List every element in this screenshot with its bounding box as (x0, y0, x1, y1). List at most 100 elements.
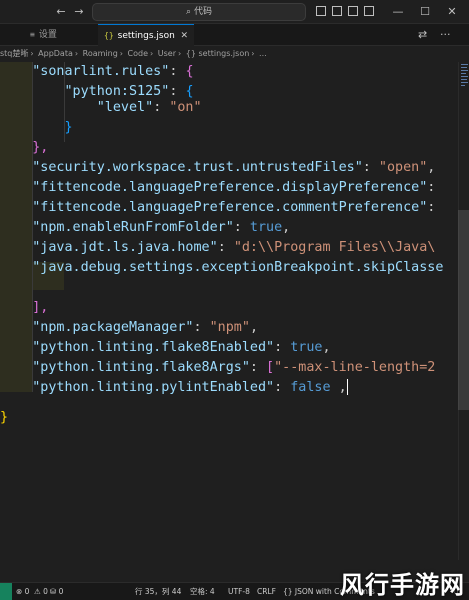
code-line: "npm.packageManager": "npm", (0, 318, 258, 338)
code-token: true (290, 340, 323, 355)
code-token: }, (32, 140, 49, 155)
encoding[interactable]: UTF-8 (228, 583, 250, 600)
code-line: "python.linting.flake8Args": ["--max-lin… (0, 358, 435, 378)
ports-count[interactable]: ⛁ 0 (50, 583, 63, 600)
more-actions-icon[interactable]: ··· (440, 28, 451, 41)
code-editor[interactable]: "sonarlint.rules": { "python:S125": { "l… (0, 62, 458, 560)
code-token: "java.jdt.ls.java.home" (32, 240, 218, 255)
code-token: ], (32, 300, 49, 315)
errors-count[interactable]: ⊗ 0 (16, 583, 29, 600)
indentation[interactable]: 空格: 4 (190, 583, 215, 600)
code-token: : (249, 360, 267, 375)
split-editor-icon[interactable]: ⇄ (418, 28, 427, 41)
minimap-line (461, 67, 467, 68)
code-token: "npm.packageManager" (32, 320, 194, 335)
tab-settings-json[interactable]: {} settings.json ✕ (98, 24, 194, 46)
code-line: "security.workspace.trust.untrustedFiles… (0, 158, 435, 178)
breadcrumb-separator: › (74, 49, 79, 58)
code-token: [ (266, 360, 275, 375)
line-endings[interactable]: CRLF (257, 583, 276, 600)
toggle-panel-icon[interactable] (332, 6, 342, 16)
breadcrumb-item[interactable]: {} settings.json (186, 49, 250, 58)
close-window-icon[interactable]: ✕ (442, 4, 462, 20)
code-line: } (0, 408, 8, 428)
code-token: "java.debug.settings.exceptionBreakpoint… (32, 260, 444, 275)
code-line: "java.debug.settings.exceptionBreakpoint… (0, 258, 443, 278)
minimap-line (461, 82, 468, 83)
title-bar: ← → ⌕ 代码 — ☐ ✕ (0, 0, 469, 24)
back-arrow-icon[interactable]: ← (54, 4, 68, 20)
code-token: : (427, 200, 436, 215)
toggle-primary-sidebar-icon[interactable] (316, 6, 326, 16)
breadcrumb-item[interactable]: Code (128, 49, 148, 58)
maximize-icon[interactable]: ☐ (415, 4, 435, 20)
settings-file-icon: ≡ (30, 30, 35, 39)
code-token: : (233, 220, 250, 235)
minimap-line (461, 64, 468, 65)
code-token: "npm" (209, 320, 250, 335)
close-tab-icon[interactable]: ✕ (180, 25, 188, 47)
code-token: "d:\\Program Files\\Java\ (233, 240, 436, 255)
code-line: "java.jdt.ls.java.home": "d:\\Program Fi… (0, 238, 435, 258)
code-line: ], (0, 298, 48, 318)
customize-layout-icon[interactable] (364, 6, 374, 16)
breadcrumb-item[interactable]: Roaming (83, 49, 118, 58)
code-token: "npm.enableRunFromFolder" (32, 220, 234, 235)
code-token: "fittencode.languagePreference.displayPr… (32, 180, 428, 195)
minimize-icon[interactable]: — (388, 4, 408, 20)
remote-indicator[interactable] (0, 583, 12, 600)
code-line: "level": "on" (0, 98, 202, 118)
forward-arrow-icon[interactable]: → (72, 4, 86, 20)
command-center-search[interactable]: ⌕ 代码 (92, 3, 306, 21)
breadcrumb-separator: › (119, 49, 123, 58)
code-token: : (362, 160, 379, 175)
breadcrumb-separator: › (178, 49, 182, 58)
code-token: "python.linting.flake8Args" (32, 360, 250, 375)
code-token: , (330, 380, 347, 395)
code-token: "fittencode.languagePreference.commentPr… (32, 200, 428, 215)
minimap-line (461, 79, 467, 80)
breadcrumb-item[interactable]: User (158, 49, 176, 58)
tab-label: settings.json (117, 31, 175, 41)
minimap-line (461, 73, 466, 74)
tab-settings-ui[interactable]: ≡ 设置 (24, 24, 94, 46)
cursor-position[interactable]: 行 35，列 44 (135, 583, 181, 600)
toggle-secondary-sidebar-icon[interactable] (348, 6, 358, 16)
code-token: "security.workspace.trust.untrustedFiles… (32, 160, 363, 175)
breadcrumb-item[interactable]: stq楚晰 (0, 49, 28, 58)
code-token: : (427, 180, 436, 195)
code-token: , (249, 320, 258, 335)
code-token: true (249, 220, 283, 235)
code-line: "fittencode.languagePreference.displayPr… (0, 178, 435, 198)
code-token: } (0, 410, 9, 425)
tab-label: 设置 (38, 30, 57, 40)
watermark: 风行手游网 (340, 571, 465, 599)
code-line: "python.linting.flake8Enabled": true, (0, 338, 330, 358)
tab-bar: ≡ 设置 {} settings.json ✕ ⇄ ··· (0, 24, 469, 46)
code-token: , (427, 160, 436, 175)
code-token: "on" (169, 100, 202, 115)
minimap-line (461, 70, 468, 71)
json-file-icon: {} (104, 31, 114, 40)
breadcrumb: stq楚晰 › AppData › Roaming › Code › User › {} … (0, 46, 469, 62)
code-token: { (185, 84, 194, 99)
code-token: "level" (96, 100, 154, 115)
code-token: "python.linting.flake8Enabled" (32, 340, 275, 355)
code-line: "fittencode.languagePreference.commentPr… (0, 198, 435, 218)
vertical-scrollbar-thumb[interactable] (458, 210, 469, 410)
warnings-count[interactable]: ⚠ 0 (34, 583, 48, 600)
breadcrumb-item[interactable]: ... (259, 49, 267, 58)
code-token: "--max-line-length=2 (274, 360, 436, 375)
code-token: , (282, 220, 291, 235)
breadcrumb-item[interactable]: AppData (38, 49, 73, 58)
